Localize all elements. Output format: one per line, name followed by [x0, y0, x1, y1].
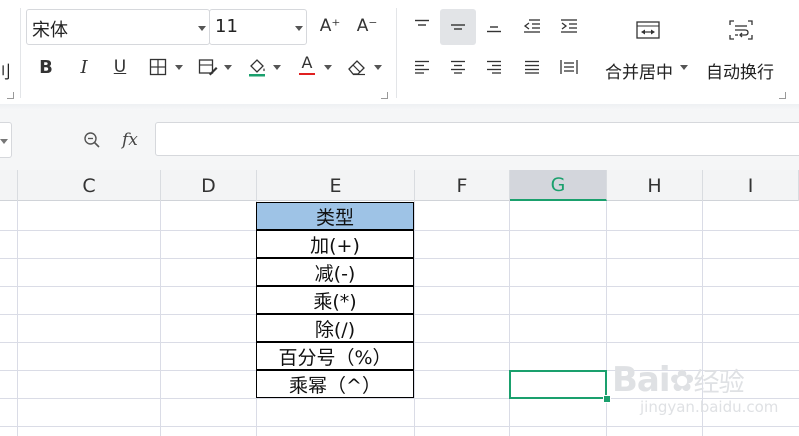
column-header-stub[interactable] [0, 170, 18, 201]
align-bottom-icon[interactable] [482, 14, 506, 38]
merge-center-button[interactable]: 合并居中 [605, 58, 673, 83]
column-header-e[interactable]: E [257, 170, 415, 201]
chevron-down-icon[interactable] [374, 65, 382, 70]
wrap-text-button[interactable]: 自动换行 [706, 58, 774, 83]
wrap-text-icon[interactable] [727, 18, 755, 42]
grid-line [0, 426, 799, 427]
eraser-icon[interactable] [345, 55, 369, 79]
grid-line [414, 201, 415, 436]
chevron-down-icon[interactable] [198, 26, 206, 31]
chevron-down-icon[interactable] [295, 26, 303, 31]
clipped-ribbon-label: 刂 [0, 63, 11, 83]
distributed-align-icon[interactable] [557, 55, 581, 79]
chevron-down-icon[interactable] [273, 65, 281, 70]
column-header-row: C D E F G H I [0, 170, 799, 201]
align-left-icon[interactable] [410, 55, 434, 79]
font-color-button[interactable]: A [295, 53, 319, 77]
cell-style-icon[interactable] [196, 55, 220, 79]
underline-button[interactable]: U [108, 55, 132, 79]
column-header-h[interactable]: H [607, 170, 703, 201]
group-divider [396, 8, 397, 98]
active-cell-selection[interactable] [509, 370, 607, 399]
font-name-value: 宋体 [32, 20, 68, 41]
table-header-cell[interactable]: 类型 [256, 202, 414, 230]
column-header-g[interactable]: G [510, 170, 607, 201]
borders-icon[interactable] [146, 55, 170, 79]
table-cell[interactable]: 除(/) [256, 314, 414, 342]
table-cell[interactable]: 百分号（%） [256, 342, 414, 370]
ribbon-toolbar: 刂 宋体 11 A⁺ A⁻ B I U A 合并居中 自动换行 [0, 0, 799, 105]
chevron-down-icon[interactable] [224, 65, 232, 70]
merge-cells-icon[interactable] [634, 18, 662, 42]
dialog-launcher-alignment[interactable] [779, 92, 786, 99]
grid-line [160, 201, 161, 436]
formula-input[interactable] [155, 122, 799, 156]
table-cell[interactable]: 减(-) [256, 258, 414, 286]
fill-handle[interactable] [603, 395, 611, 403]
justify-icon[interactable] [520, 55, 544, 79]
font-size-value: 11 [215, 16, 238, 37]
column-header-f[interactable]: F [415, 170, 510, 201]
align-center-icon[interactable] [446, 55, 470, 79]
increase-font-size-button[interactable]: A⁺ [316, 14, 344, 38]
font-color-swatch [299, 73, 315, 75]
grid-line [509, 201, 510, 436]
decrease-font-size-button[interactable]: A⁻ [353, 14, 381, 38]
chevron-down-icon[interactable] [175, 65, 183, 70]
font-color-letter: A [301, 53, 313, 72]
group-divider [20, 8, 21, 98]
watermark-brand: Bai [612, 360, 671, 400]
font-size-dropdown[interactable]: 11 [209, 9, 307, 45]
column-header-d[interactable]: D [161, 170, 257, 201]
increase-indent-icon[interactable] [557, 14, 581, 38]
table-cell[interactable]: 加(+) [256, 230, 414, 258]
table-cell[interactable]: 乘幂（^） [256, 370, 414, 398]
watermark-suffix: 经验 [693, 368, 745, 398]
dialog-launcher-clipboard[interactable] [7, 92, 14, 99]
watermark-url: jingyan.baidu.com [640, 398, 779, 416]
chevron-down-icon[interactable] [0, 139, 8, 144]
italic-button[interactable]: I [72, 55, 96, 79]
column-header-i[interactable]: I [703, 170, 799, 201]
formula-bar: fx [0, 110, 799, 170]
decrease-indent-icon[interactable] [520, 14, 544, 38]
align-middle-icon[interactable] [440, 9, 476, 45]
align-right-icon[interactable] [482, 55, 506, 79]
insert-function-button[interactable]: fx [122, 130, 138, 150]
fill-color-icon[interactable] [245, 55, 269, 79]
dialog-launcher-font[interactable] [381, 92, 388, 99]
font-name-dropdown[interactable]: 宋体 [26, 9, 210, 45]
bold-button[interactable]: B [34, 55, 58, 79]
watermark-logo: Bai✿经验 [612, 360, 745, 400]
align-top-icon[interactable] [410, 14, 434, 38]
chevron-down-icon[interactable] [324, 65, 332, 70]
zoom-formula-icon[interactable] [80, 128, 104, 152]
paw-icon: ✿ [669, 364, 695, 399]
grid-line [17, 201, 18, 436]
column-header-c[interactable]: C [18, 170, 161, 201]
chevron-down-icon[interactable] [680, 65, 688, 70]
table-cell[interactable]: 乘(*) [256, 286, 414, 314]
